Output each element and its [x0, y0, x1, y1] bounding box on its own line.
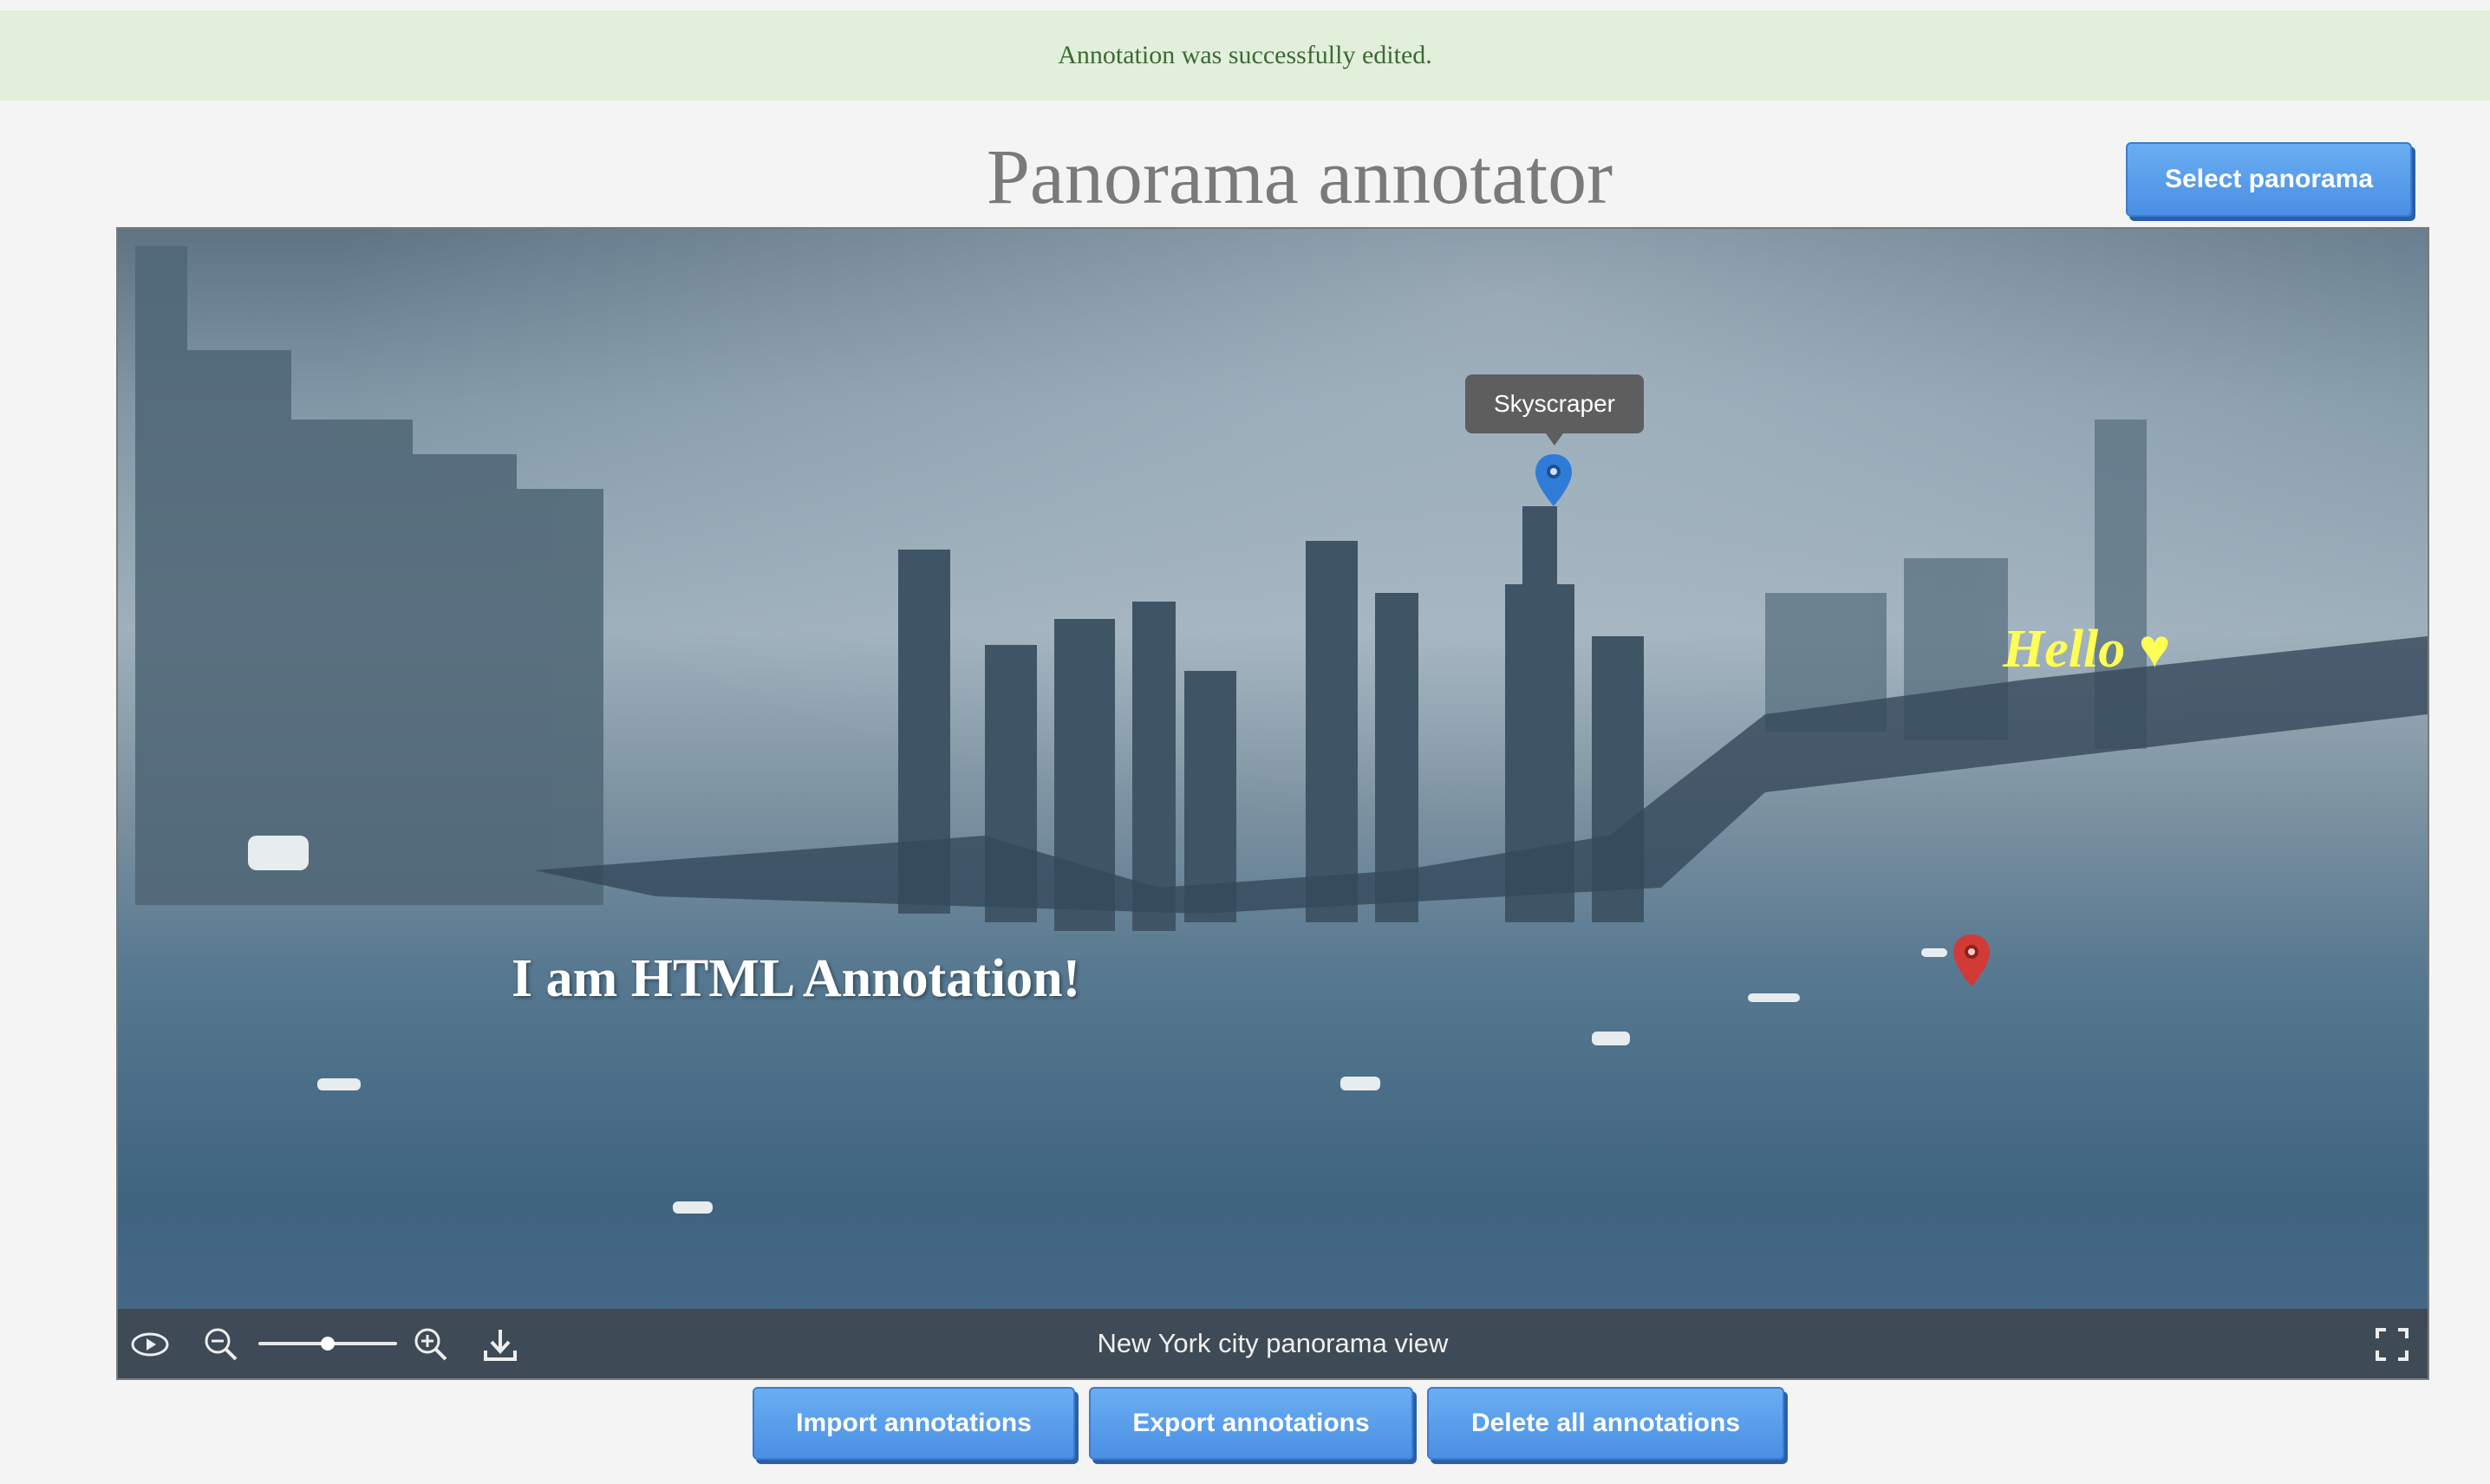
delete-all-annotations-button[interactable]: Delete all annotations	[1427, 1387, 1784, 1460]
viewer-navbar: New York city panorama view	[118, 1309, 2428, 1378]
page-title: Panorama annotator	[986, 134, 1613, 220]
success-flash-message: Annotation was successfully edited.	[0, 10, 2490, 101]
autorotate-icon[interactable]	[130, 1325, 170, 1364]
fullscreen-icon[interactable]	[2372, 1325, 2412, 1364]
export-annotations-button[interactable]: Export annotations	[1089, 1387, 1413, 1460]
city-skyline-image	[135, 246, 2428, 1214]
import-annotations-button[interactable]: Import annotations	[753, 1387, 1075, 1460]
zoom-slider[interactable]	[258, 1337, 397, 1351]
html-annotation[interactable]: I am HTML Annotation!	[512, 948, 1080, 1010]
panorama-caption: New York city panorama view	[1097, 1328, 1449, 1358]
hello-annotation[interactable]: Hello ♥	[2003, 619, 2171, 680]
blue-pin-icon[interactable]	[1533, 452, 1574, 508]
zoom-in-icon[interactable]	[411, 1325, 451, 1364]
red-pin-icon[interactable]	[1951, 933, 1992, 988]
panorama-viewer[interactable]: Skyscraper I am HTML Annotation! Hello ♥…	[116, 227, 2429, 1380]
zoom-slider-handle[interactable]	[321, 1337, 335, 1351]
download-icon[interactable]	[480, 1325, 520, 1364]
zoom-out-icon[interactable]	[201, 1325, 241, 1364]
skyscraper-tooltip: Skyscraper	[1465, 374, 1644, 446]
select-panorama-button[interactable]: Select panorama	[2126, 142, 2412, 217]
